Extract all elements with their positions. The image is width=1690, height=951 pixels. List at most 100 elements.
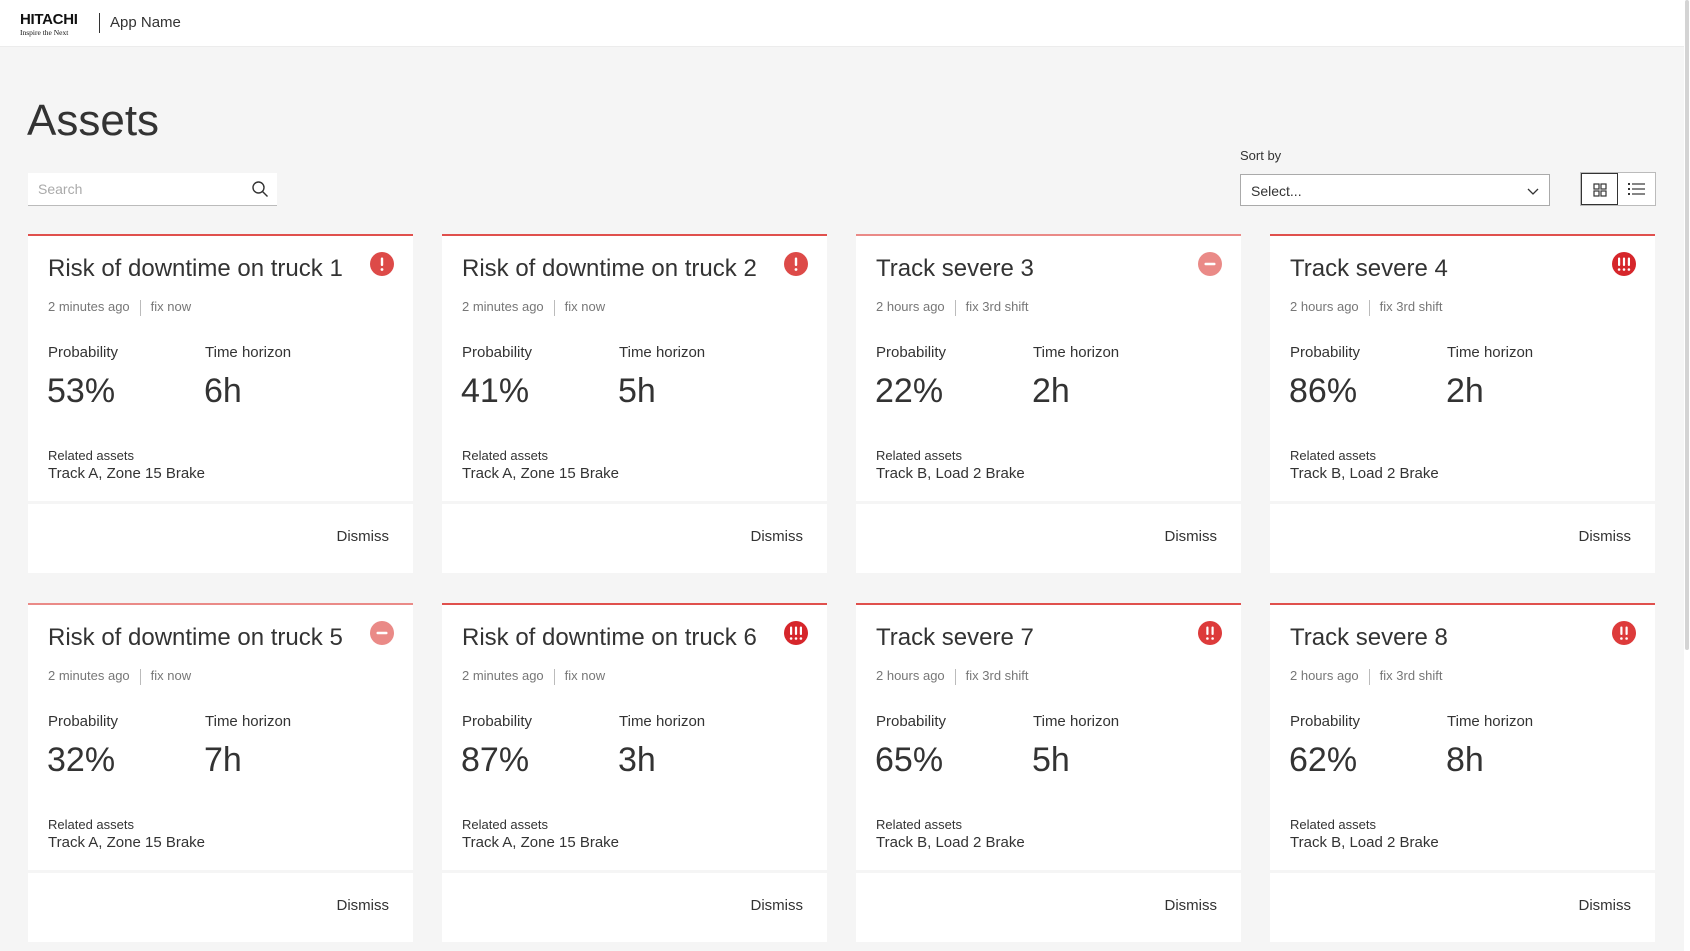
search-box xyxy=(28,173,277,206)
card-footer-divider xyxy=(442,870,827,873)
card-meta: 2 minutes ago fix now xyxy=(462,299,605,316)
time-horizon-label: Time horizon xyxy=(619,713,706,730)
card-timestamp: 2 minutes ago xyxy=(462,299,544,314)
logo-tagline: Inspire the Next xyxy=(20,28,69,37)
meta-separator xyxy=(139,668,141,685)
asset-card[interactable]: Track severe 8 2 hours ago fix 3rd shift Pr… xyxy=(1270,603,1655,942)
list-icon xyxy=(1628,183,1645,195)
card-action-hint: fix now xyxy=(564,668,606,683)
asset-card[interactable]: Risk of downtime on truck 2 2 minutes ago… xyxy=(442,234,827,573)
asset-card[interactable]: Track severe 4 2 hours ago fix 3rd shift Pr… xyxy=(1270,234,1655,573)
time-horizon-value: 2h xyxy=(1032,372,1070,410)
probability-value: 86% xyxy=(1289,372,1358,410)
probability-value: 65% xyxy=(875,741,944,779)
meta-separator xyxy=(553,299,555,316)
time-horizon-label: Time horizon xyxy=(205,713,292,730)
card-meta: 2 minutes ago fix now xyxy=(48,299,191,316)
sort-dropdown[interactable]: Select... xyxy=(1240,174,1550,206)
dismiss-button[interactable]: Dismiss xyxy=(337,528,390,545)
scrollbar-thumb[interactable] xyxy=(1685,0,1689,650)
card-timestamp: 2 minutes ago xyxy=(48,299,130,314)
card-action-hint: fix 3rd shift xyxy=(1379,668,1443,683)
probability-label: Probability xyxy=(462,713,533,730)
card-title: Risk of downtime on truck 2 xyxy=(462,255,757,282)
dismiss-button[interactable]: Dismiss xyxy=(1579,528,1632,545)
card-action-hint: fix now xyxy=(150,668,192,683)
asset-card[interactable]: Risk of downtime on truck 5 2 minutes ago… xyxy=(28,603,413,942)
probability-value: 22% xyxy=(875,372,944,410)
card-footer-divider xyxy=(856,501,1241,504)
related-assets-label: Related assets xyxy=(1290,817,1376,832)
asset-card[interactable]: Track severe 3 2 hours ago fix 3rd shift Pr… xyxy=(856,234,1241,573)
scrollbar[interactable] xyxy=(1684,0,1690,951)
meta-separator xyxy=(1368,299,1370,316)
card-timestamp: 2 minutes ago xyxy=(462,668,544,683)
probability-label: Probability xyxy=(1290,713,1361,730)
card-title: Risk of downtime on truck 1 xyxy=(48,255,343,282)
app-name[interactable]: App Name xyxy=(110,14,181,32)
dismiss-button[interactable]: Dismiss xyxy=(337,897,390,914)
related-assets-value: Track B, Load 2 Brake xyxy=(876,834,1025,851)
dismiss-button[interactable]: Dismiss xyxy=(1165,528,1218,545)
dismiss-button[interactable]: Dismiss xyxy=(751,897,804,914)
hitachi-logo[interactable]: HITACHI Inspire the Next xyxy=(20,12,96,38)
app-header: HITACHI Inspire the Next App Name xyxy=(0,0,1690,47)
card-meta: 2 minutes ago fix now xyxy=(48,668,191,685)
asset-card[interactable]: Risk of downtime on truck 6 2 minutes ago… xyxy=(442,603,827,942)
related-assets-value: Track A, Zone 15 Brake xyxy=(462,834,620,851)
time-horizon-value: 5h xyxy=(1032,741,1070,779)
severity-high-icon xyxy=(370,252,394,276)
card-action-hint: fix now xyxy=(150,299,192,314)
grid-view-button[interactable] xyxy=(1581,173,1618,205)
card-timestamp: 2 hours ago xyxy=(876,299,945,314)
sort-value: Select... xyxy=(1251,183,1302,199)
card-title: Track severe 7 xyxy=(876,624,1034,651)
asset-card[interactable]: Track severe 7 2 hours ago fix 3rd shift Pr… xyxy=(856,603,1241,942)
dismiss-button[interactable]: Dismiss xyxy=(1165,897,1218,914)
meta-separator xyxy=(139,299,141,316)
probability-value: 32% xyxy=(47,741,116,779)
list-view-button[interactable] xyxy=(1619,173,1656,205)
time-horizon-label: Time horizon xyxy=(1033,713,1120,730)
card-action-hint: fix now xyxy=(564,299,606,314)
card-title: Track severe 4 xyxy=(1290,255,1448,282)
time-horizon-value: 3h xyxy=(618,741,656,779)
related-assets-label: Related assets xyxy=(876,817,962,832)
card-action-hint: fix 3rd shift xyxy=(965,299,1029,314)
meta-separator xyxy=(954,299,956,316)
meta-separator xyxy=(954,668,956,685)
grid-icon xyxy=(1593,183,1607,197)
related-assets-label: Related assets xyxy=(876,448,962,463)
chevron-down-icon xyxy=(1527,188,1539,195)
dismiss-button[interactable]: Dismiss xyxy=(751,528,804,545)
related-assets-value: Track B, Load 2 Brake xyxy=(1290,465,1439,482)
card-footer-divider xyxy=(442,501,827,504)
related-assets-label: Related assets xyxy=(462,817,548,832)
search-input[interactable] xyxy=(28,173,243,205)
severity-low-icon xyxy=(1198,252,1222,276)
severity-low-icon xyxy=(370,621,394,645)
meta-separator xyxy=(553,668,555,685)
probability-label: Probability xyxy=(48,713,119,730)
time-horizon-label: Time horizon xyxy=(205,344,292,361)
card-action-hint: fix 3rd shift xyxy=(1379,299,1443,314)
time-horizon-value: 5h xyxy=(618,372,656,410)
time-horizon-label: Time horizon xyxy=(1033,344,1120,361)
asset-card[interactable]: Risk of downtime on truck 1 2 minutes ago… xyxy=(28,234,413,573)
severity-major-icon xyxy=(1612,621,1636,645)
card-footer-divider xyxy=(1270,501,1655,504)
related-assets-label: Related assets xyxy=(48,817,134,832)
probability-label: Probability xyxy=(1290,344,1361,361)
card-timestamp: 2 hours ago xyxy=(1290,668,1359,683)
dismiss-button[interactable]: Dismiss xyxy=(1579,897,1632,914)
search-icon[interactable] xyxy=(251,180,269,198)
severity-high-icon xyxy=(784,252,808,276)
related-assets-value: Track A, Zone 15 Brake xyxy=(48,465,206,482)
card-title: Track severe 8 xyxy=(1290,624,1448,651)
page-title: Assets xyxy=(27,96,160,145)
time-horizon-value: 2h xyxy=(1446,372,1484,410)
time-horizon-value: 6h xyxy=(204,372,242,410)
sort-label: Sort by xyxy=(1240,148,1282,163)
card-meta: 2 hours ago fix 3rd shift xyxy=(1290,299,1443,316)
probability-label: Probability xyxy=(876,713,947,730)
